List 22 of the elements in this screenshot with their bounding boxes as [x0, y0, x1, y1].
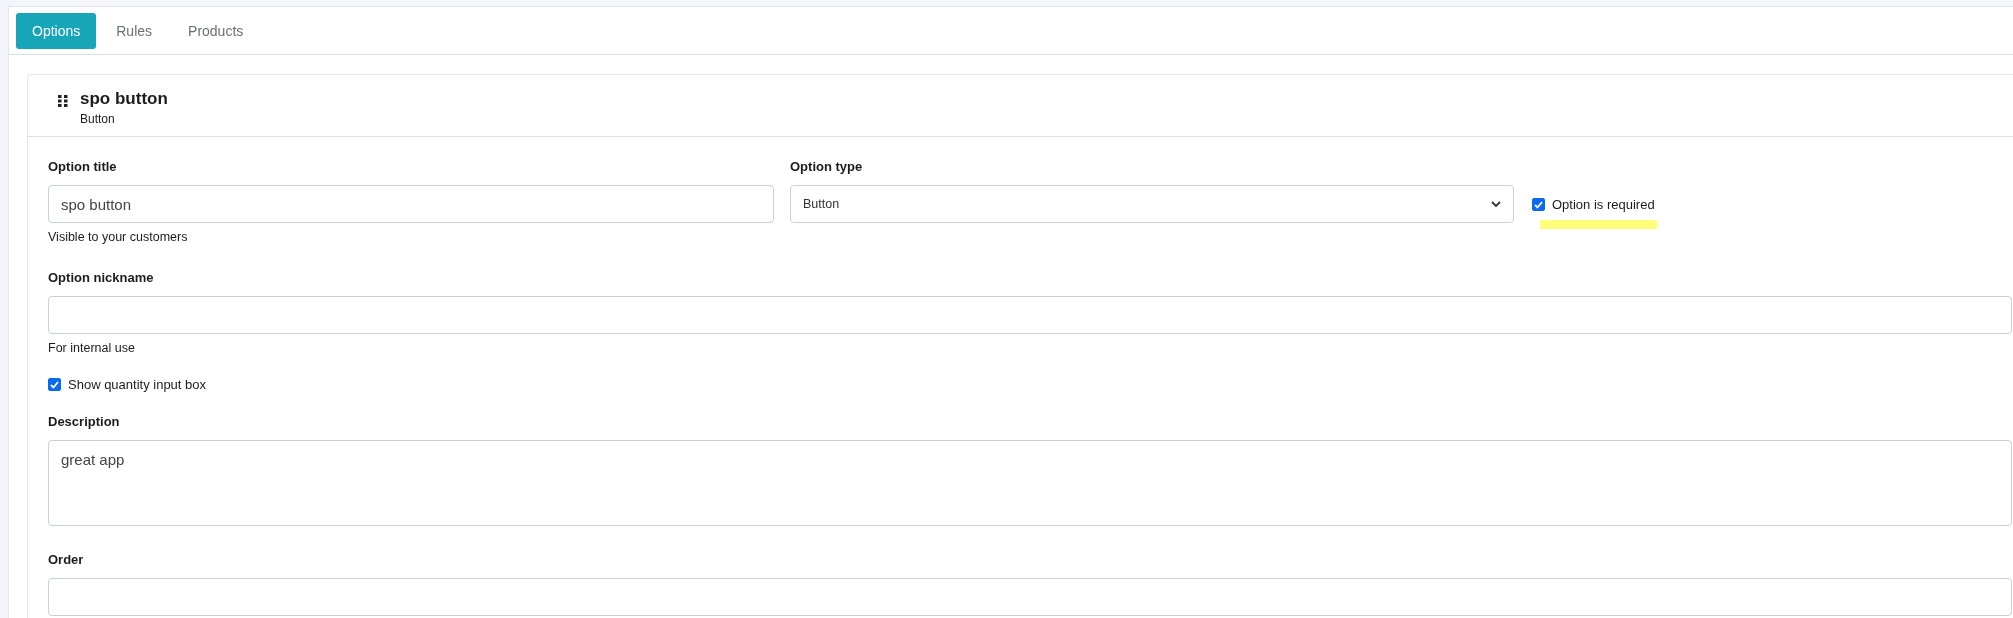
- help-text: For internal use: [48, 341, 136, 355]
- drag-handle-icon[interactable]: [58, 95, 68, 107]
- checkbox[interactable]: [48, 378, 61, 391]
- checkbox-label: Show quantity input box: [68, 377, 207, 392]
- tab[interactable]: Products: [172, 12, 260, 49]
- checkbox[interactable]: [1532, 198, 1545, 211]
- field-label: Order: [48, 552, 85, 567]
- field-label: Option type: [790, 159, 864, 174]
- field-label: Description: [48, 414, 121, 429]
- chevron-down-icon: [1491, 200, 1501, 208]
- order-field[interactable]: [48, 578, 2012, 616]
- option-title-field[interactable]: spo button: [48, 185, 774, 223]
- checkbox-label: Option is required: [1552, 197, 1655, 212]
- option-nickname-field[interactable]: [48, 296, 2012, 334]
- card-title: spo button: [80, 89, 168, 109]
- option-type-select[interactable]: Button: [790, 185, 1514, 223]
- tab[interactable]: Rules: [100, 12, 169, 49]
- field-label: Option title: [48, 159, 118, 174]
- field-label: Option nickname: [48, 270, 155, 285]
- card-subtitle: Button: [80, 112, 116, 126]
- description-field[interactable]: great app: [48, 440, 2012, 526]
- help-text: Visible to your customers: [48, 230, 189, 244]
